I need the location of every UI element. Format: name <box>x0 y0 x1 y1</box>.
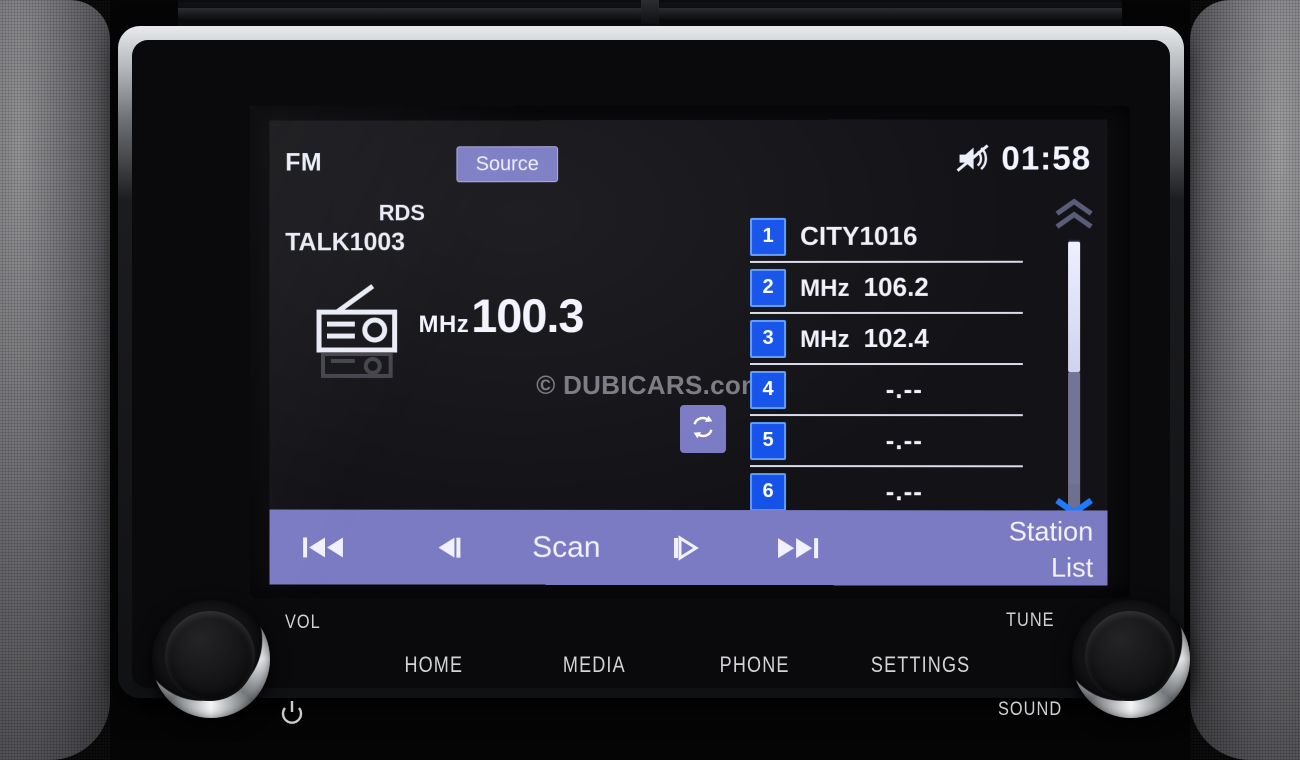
vol-label: VOL <box>285 612 321 634</box>
tune-label: TUNE <box>1006 610 1055 632</box>
tune-knob[interactable] <box>1072 600 1190 718</box>
preset-number: 2 <box>750 268 786 306</box>
preset-value: CITY1016 <box>800 221 917 252</box>
preset-unit: MHz <box>800 326 849 353</box>
preset-frequency: 106.2 <box>864 272 929 302</box>
table-row[interactable]: 1 CITY1016 <box>750 212 1023 263</box>
dashboard-left-trim <box>0 0 110 760</box>
sound-label: SOUND <box>998 699 1062 721</box>
preset-number: 6 <box>750 473 786 511</box>
skip-next-icon[interactable] <box>776 534 820 562</box>
preset-frequency: 102.4 <box>864 323 929 353</box>
skip-previous-icon[interactable] <box>301 533 345 561</box>
transport-bar: Scan Station List <box>269 510 1107 586</box>
preset-number: 3 <box>750 319 786 357</box>
preset-value: -.-- <box>786 374 1023 405</box>
scrollbar-thumb-lower <box>1068 372 1080 508</box>
preset-value: -.-- <box>786 476 1023 507</box>
seek-forward-icon[interactable] <box>672 533 702 561</box>
rds-label: RDS <box>379 200 425 226</box>
dashboard-right-trim <box>1190 0 1300 760</box>
preset-value: MHz 106.2 <box>800 272 929 303</box>
source-button[interactable]: Source <box>456 146 558 182</box>
preset-number: 1 <box>750 217 786 255</box>
power-icon[interactable] <box>280 700 304 726</box>
station-list-line1: Station <box>1009 516 1094 546</box>
station-list-line2: List <box>1051 553 1093 583</box>
station-name: TALK1003 <box>285 228 405 257</box>
frequency-value: 100.3 <box>471 288 583 343</box>
preset-value: -.-- <box>786 425 1023 456</box>
preset-scrollbar[interactable] <box>1051 198 1097 529</box>
frequency-display: MHz 100.3 <box>419 288 584 343</box>
hardware-button-settings[interactable]: SETTINGS <box>871 652 970 678</box>
refresh-circular-arrows-icon <box>689 413 717 446</box>
preset-unit: MHz <box>800 275 849 302</box>
table-row[interactable]: 2 MHz 106.2 <box>750 263 1023 314</box>
refresh-button[interactable] <box>680 405 726 453</box>
hardware-button-media[interactable]: MEDIA <box>563 652 626 678</box>
status-area: 01:58 <box>955 139 1091 177</box>
hardware-button-home[interactable]: HOME <box>404 652 463 678</box>
table-row[interactable]: 4 -.-- <box>750 365 1023 416</box>
table-row[interactable]: 3 MHz 102.4 <box>750 314 1023 365</box>
preset-number: 5 <box>750 422 786 460</box>
volume-knob[interactable] <box>152 600 270 718</box>
frequency-unit: MHz <box>419 311 470 339</box>
infotainment-screen: FM Source 01:58 RDS TALK1003 MHz 100.3 ©… <box>269 119 1107 585</box>
band-label: FM <box>285 149 322 178</box>
dashboard-scene: FM Source 01:58 RDS TALK1003 MHz 100.3 ©… <box>0 0 1300 760</box>
dash-texture-left <box>0 0 110 760</box>
source-button-label: Source <box>476 153 539 176</box>
preset-value: MHz 102.4 <box>800 323 929 354</box>
station-list-button[interactable]: Station List <box>940 513 1093 585</box>
preset-number: 4 <box>750 371 786 409</box>
speaker-mute-icon <box>955 144 989 174</box>
preset-list: 1 CITY1016 2 MHz 106.2 3 MHz 102.4 4 -.-- <box>750 212 1023 519</box>
dash-texture-right <box>1190 0 1300 760</box>
scrollbar-thumb[interactable] <box>1068 242 1080 372</box>
radio-receiver-icon <box>311 282 420 382</box>
table-row[interactable]: 5 -.-- <box>750 416 1023 467</box>
hardware-button-phone[interactable]: PHONE <box>720 652 790 678</box>
scan-button[interactable]: Scan <box>532 530 600 564</box>
chevron-double-up-icon[interactable] <box>1051 198 1097 232</box>
clock: 01:58 <box>1001 139 1091 177</box>
watermark: © DUBICARS.com <box>536 370 764 401</box>
seek-back-icon[interactable] <box>432 533 462 561</box>
